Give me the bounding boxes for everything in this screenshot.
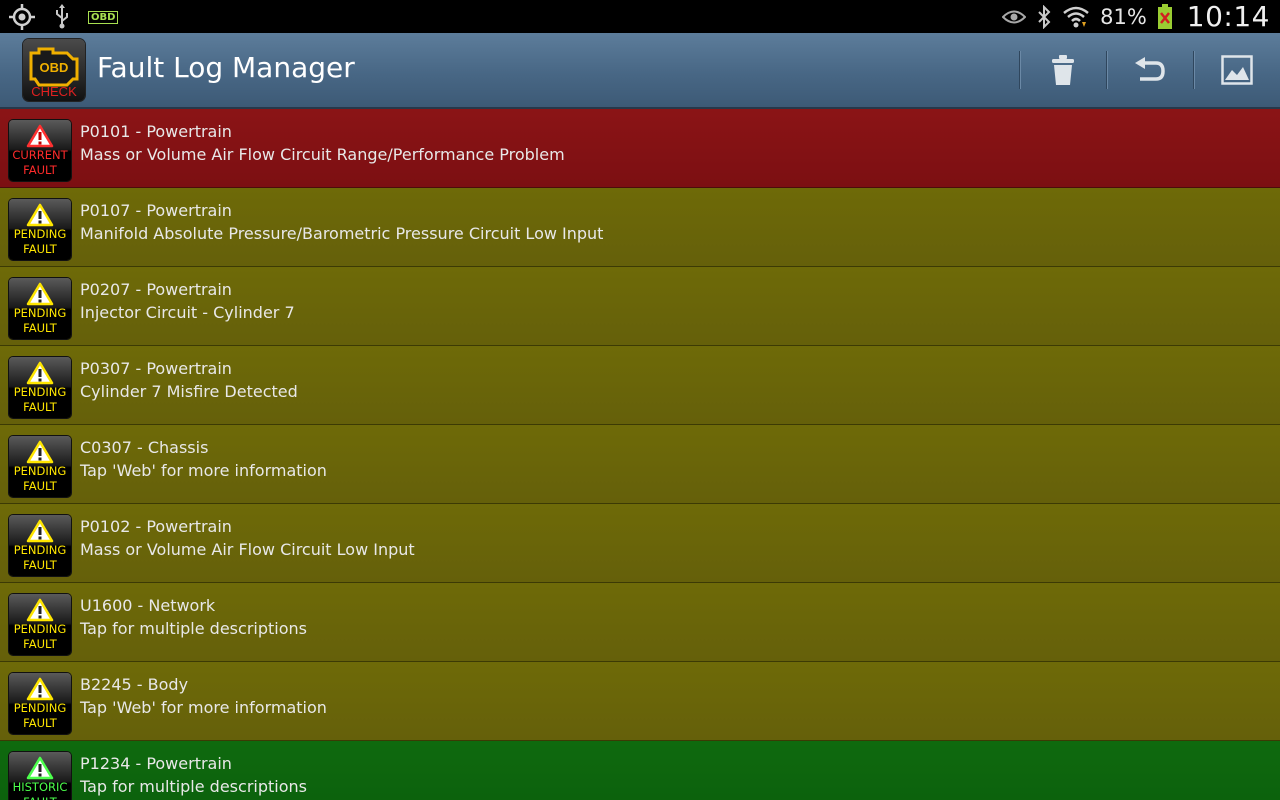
badge-status-label: PENDING [13, 543, 67, 557]
fault-code-title: P1234 - Powertrain [80, 754, 232, 773]
badge-status-label: PENDING [13, 701, 67, 715]
warning-icon [26, 756, 54, 780]
badge-status-label: PENDING [13, 385, 67, 399]
fault-description: Tap for multiple descriptions [80, 777, 307, 796]
badge-fault-label: FAULT [9, 795, 71, 800]
fault-code-title: P0102 - Powertrain [80, 517, 232, 536]
fault-description: Cylinder 7 Misfire Detected [80, 382, 298, 401]
clock: 10:14 [1186, 0, 1270, 33]
fault-row[interactable]: PENDING FAULT P0307 - Powertrain Cylinder 7… [0, 346, 1280, 425]
obd-icon: OBD [88, 10, 119, 24]
action-bar: OBD CHECK Fault Log Manager [0, 33, 1280, 109]
fault-description: Injector Circuit - Cylinder 7 [80, 303, 295, 322]
wifi-icon [1062, 5, 1090, 29]
fault-list[interactable]: CURRENT FAULT P0101 - Powertrain Mass or Vo… [0, 109, 1280, 800]
bluetooth-icon [1036, 4, 1052, 29]
fault-row[interactable]: PENDING FAULT B2245 - Body Tap 'Web' for mo… [0, 662, 1280, 741]
eye-icon [1002, 9, 1027, 25]
warning-icon [26, 677, 54, 701]
obd-status-label: OBD [88, 10, 119, 24]
badge-fault-label: FAULT [23, 400, 57, 414]
app-logo[interactable]: OBD CHECK [23, 39, 85, 101]
badge-status-label: CURRENT [12, 148, 68, 162]
fault-row[interactable]: PENDING FAULT U1600 - Network Tap for multi… [0, 583, 1280, 662]
fault-code-title: P0107 - Powertrain [80, 201, 232, 220]
fault-row[interactable]: PENDING FAULT C0307 - Chassis Tap 'Web' for… [0, 425, 1280, 504]
badge-fault-label: FAULT [23, 716, 57, 730]
engine-check-icon: OBD CHECK [29, 47, 79, 99]
image-icon [1221, 55, 1253, 85]
fault-description: Mass or Volume Air Flow Circuit Range/Pe… [80, 145, 565, 164]
pending-fault-badge: PENDING FAULT [9, 673, 71, 734]
svg-text:OBD: OBD [40, 60, 69, 75]
svg-text:CHECK: CHECK [31, 84, 77, 99]
warning-icon [26, 203, 54, 227]
badge-fault-label: FAULT [23, 637, 57, 651]
fault-description: Mass or Volume Air Flow Circuit Low Inpu… [80, 540, 415, 559]
action-divider [1193, 51, 1194, 89]
warning-icon [26, 519, 54, 543]
action-divider [1106, 51, 1107, 89]
battery-percent: 81% [1100, 4, 1147, 29]
delete-button[interactable] [1046, 53, 1080, 87]
badge-status-label: PENDING [13, 306, 67, 320]
fault-row[interactable]: PENDING FAULT P0107 - Powertrain Manifold A… [0, 188, 1280, 267]
badge-fault-label: FAULT [23, 242, 57, 256]
fault-row[interactable]: PENDING FAULT P0207 - Powertrain Injector C… [0, 267, 1280, 346]
fault-row[interactable]: CURRENT FAULT P0101 - Powertrain Mass or Vo… [0, 109, 1280, 188]
badge-status-label: PENDING [13, 464, 67, 478]
badge-fault-label: FAULT [23, 558, 57, 572]
warning-icon [26, 124, 54, 148]
action-divider [1019, 51, 1020, 89]
fault-code-title: B2245 - Body [80, 675, 189, 694]
badge-fault-label: FAULT [23, 479, 57, 493]
fault-description: Tap 'Web' for more information [80, 698, 327, 717]
warning-icon [26, 598, 54, 622]
pending-fault-badge: PENDING FAULT [9, 515, 71, 576]
fault-code-title: P0101 - Powertrain [80, 122, 232, 141]
badge-fault-label: FAULT [23, 321, 57, 335]
pending-fault-badge: PENDING FAULT [9, 436, 71, 497]
fault-code-title: P0207 - Powertrain [80, 280, 232, 299]
trash-icon [1052, 55, 1074, 85]
fault-description: Tap for multiple descriptions [80, 619, 307, 638]
fault-description: Manifold Absolute Pressure/Barometric Pr… [80, 224, 604, 243]
status-bar: OBD 81% 10:14 [0, 0, 1280, 33]
fault-code-title: P0307 - Powertrain [80, 359, 232, 378]
badge-status-label: PENDING [13, 622, 67, 636]
fault-row[interactable]: HISTORICFAULT P1234 - Powertrain Tap for m… [0, 741, 1280, 800]
fault-code-title: C0307 - Chassis [80, 438, 209, 457]
warning-icon [26, 440, 54, 464]
badge-status-label: PENDING [13, 227, 67, 241]
gps-icon [8, 3, 36, 31]
page-title: Fault Log Manager [97, 51, 355, 84]
badge-fault-label: FAULT [23, 163, 57, 177]
usb-icon [54, 4, 70, 30]
battery-icon [1157, 3, 1173, 30]
warning-icon [26, 361, 54, 385]
warning-icon [26, 282, 54, 306]
fault-description: Tap 'Web' for more information [80, 461, 327, 480]
current-fault-badge: CURRENT FAULT [9, 120, 71, 181]
pending-fault-badge: PENDING FAULT [9, 357, 71, 418]
historic-fault-badge: HISTORICFAULT [9, 752, 71, 800]
pending-fault-badge: PENDING FAULT [9, 594, 71, 655]
image-button[interactable] [1220, 53, 1254, 87]
badge-status-label: HISTORIC [12, 780, 68, 794]
pending-fault-badge: PENDING FAULT [9, 199, 71, 260]
undo-icon [1135, 57, 1165, 81]
undo-button[interactable] [1133, 53, 1167, 87]
fault-code-title: U1600 - Network [80, 596, 216, 615]
fault-row[interactable]: PENDING FAULT P0102 - Powertrain Mass or Vo… [0, 504, 1280, 583]
pending-fault-badge: PENDING FAULT [9, 278, 71, 339]
